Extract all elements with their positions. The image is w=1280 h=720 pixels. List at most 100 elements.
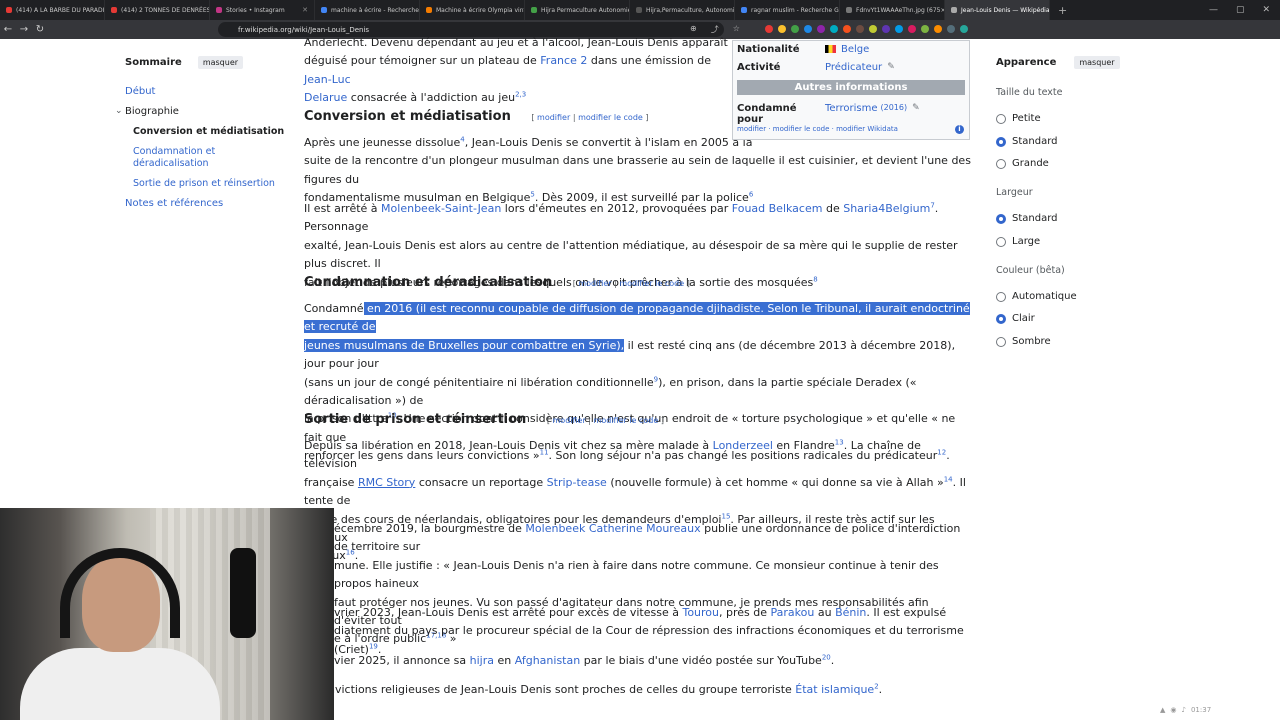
radio-color-auto[interactable]: Automatique: [996, 291, 1077, 302]
ref-sup[interactable]: 13: [835, 438, 844, 446]
extension-icon[interactable]: [804, 25, 812, 33]
edit-source-link[interactable]: modifier le code: [619, 279, 684, 288]
ref-sup[interactable]: 2,3: [515, 91, 526, 99]
edit-source-link[interactable]: modifier le code: [578, 113, 643, 122]
convicted-link[interactable]: Terrorisme: [825, 103, 878, 125]
link-londerzeel[interactable]: Londerzeel: [713, 439, 773, 452]
ref-sup[interactable]: 8: [813, 275, 817, 283]
browser-tab[interactable]: Machine à écrire Olympia vintage✕: [420, 0, 525, 20]
radio-color-dark[interactable]: Sombre: [996, 336, 1051, 347]
pencil-icon[interactable]: ✎: [887, 62, 895, 73]
link-etat-islamique[interactable]: État islamique: [795, 683, 874, 696]
extension-icon[interactable]: [960, 25, 968, 33]
toc-item-biographie[interactable]: Biographie: [125, 106, 179, 117]
new-tab-button[interactable]: +: [1050, 4, 1075, 17]
back-icon[interactable]: ←: [0, 24, 16, 35]
link-molenbeek[interactable]: Molenbeek-Saint-Jean: [381, 202, 501, 215]
link-rmc-story[interactable]: RMC Story: [358, 476, 415, 489]
toc-item-sortie[interactable]: Sortie de prison et réinsertion: [133, 178, 275, 189]
radio-color-light[interactable]: Clair: [996, 313, 1035, 324]
ref-sup[interactable]: 20: [822, 653, 831, 661]
tab-close-icon[interactable]: ✕: [302, 6, 308, 14]
link-delarue[interactable]: Jean-Luc: [304, 73, 351, 86]
extension-icon[interactable]: [791, 25, 799, 33]
link-sharia4belgium[interactable]: Sharia4Belgium: [843, 202, 930, 215]
extension-icon[interactable]: [908, 25, 916, 33]
toc-item-conversion[interactable]: Conversion et médiatisation: [133, 126, 284, 137]
extension-icon[interactable]: [843, 25, 851, 33]
radio-width-large[interactable]: Large: [996, 236, 1040, 247]
tray-icon[interactable]: ◉: [1170, 706, 1176, 714]
extension-icon[interactable]: [830, 25, 838, 33]
link-strip-tease[interactable]: Strip-tease: [547, 476, 607, 489]
tab-favicon-icon: [846, 7, 852, 13]
minimize-icon[interactable]: —: [1209, 5, 1218, 15]
edit-link[interactable]: modifier: [578, 279, 611, 288]
link-afghanistan[interactable]: Afghanistan: [515, 654, 580, 667]
toc-item-condamnation[interactable]: Condamnation et déradicalisation: [133, 146, 233, 170]
text: , près de: [719, 606, 771, 619]
extension-icon[interactable]: [778, 25, 786, 33]
toc-item-notes[interactable]: Notes et références: [125, 198, 223, 209]
link-france2[interactable]: France 2: [540, 54, 587, 67]
edit-link[interactable]: modifier: [553, 416, 586, 425]
link-delarue[interactable]: Delarue: [304, 91, 347, 104]
maximize-icon[interactable]: ▢: [1236, 5, 1245, 15]
ref-sup[interactable]: 14: [944, 475, 953, 483]
link-moureaux[interactable]: Catherine Moureaux: [589, 522, 701, 535]
infobox-edit-links[interactable]: modifier · modifier le code · modifier W…: [737, 125, 898, 133]
convicted-year: (2016): [880, 103, 908, 112]
radio-text-size-standard[interactable]: Standard: [996, 136, 1058, 147]
info-icon[interactable]: i: [955, 125, 964, 134]
browser-tab[interactable]: Jean-Louis Denis — Wikipédia✕: [945, 0, 1050, 20]
nationality-link[interactable]: Belge: [841, 44, 869, 55]
extension-icon[interactable]: [934, 25, 942, 33]
radio-label: Large: [1012, 236, 1041, 247]
browser-tab[interactable]: machine à écrire - Recherche Goog✕: [315, 0, 420, 20]
extension-icon[interactable]: [765, 25, 773, 33]
extension-icon[interactable]: [869, 25, 877, 33]
tray-icon[interactable]: ♪: [1182, 706, 1186, 714]
heading-sortie: Sortie de prison et réinsertion [ modifi…: [304, 411, 664, 430]
appearance-hide-button[interactable]: masquer: [1074, 56, 1120, 69]
edit-link[interactable]: modifier: [537, 113, 570, 122]
extension-icon[interactable]: [895, 25, 903, 33]
radio-width-standard[interactable]: Standard: [996, 213, 1058, 224]
toc-hide-button[interactable]: masquer: [197, 56, 244, 69]
tray-icon[interactable]: ▲: [1160, 706, 1165, 714]
extension-icon[interactable]: [817, 25, 825, 33]
infobox-value[interactable]: Belge: [825, 44, 869, 55]
link-benin[interactable]: Bénin: [835, 606, 866, 619]
browser-tab[interactable]: ragnar muslim - Recherche Google✕: [735, 0, 840, 20]
radio-text-size-large[interactable]: Grande: [996, 158, 1049, 169]
toc-item-debut[interactable]: Début: [125, 86, 155, 97]
reload-icon[interactable]: ↻: [32, 24, 48, 35]
extension-icon[interactable]: [856, 25, 864, 33]
link-belkacem[interactable]: Fouad Belkacem: [732, 202, 823, 215]
extension-icon[interactable]: [921, 25, 929, 33]
browser-tab[interactable]: Stories • Instagram ✕: [210, 0, 315, 20]
link-hijra[interactable]: hijra: [470, 654, 494, 667]
link-molenbeek[interactable]: Molenbeek: [525, 522, 585, 535]
link-parakou[interactable]: Parakou: [771, 606, 815, 619]
extension-icon[interactable]: [947, 25, 955, 33]
close-window-icon[interactable]: ✕: [1262, 5, 1270, 15]
browser-tab[interactable]: Hijra,Permaculture, Autonomie (@✕: [630, 0, 735, 20]
radio-text-size-small[interactable]: Petite: [996, 113, 1041, 124]
browser-tab[interactable]: (414) 2 TONNES DE DENRÉES ALIM✕: [105, 0, 210, 20]
browser-tab[interactable]: (414) A LA BARBE DU PARADIS | Te✕: [0, 0, 105, 20]
ref-sup[interactable]: 6: [749, 191, 753, 199]
edit-source-link[interactable]: modifier le code: [594, 416, 659, 425]
browser-tab[interactable]: Hijra Permaculture Autonomie | Ins✕: [525, 0, 630, 20]
pencil-icon[interactable]: ✎: [912, 103, 920, 125]
activity-link[interactable]: Prédicateur: [825, 62, 882, 73]
ref-sup[interactable]: 19: [369, 642, 378, 650]
clock: 01:37: [1190, 706, 1212, 714]
browser-tab[interactable]: FdnvYt1WAAAeThn.jpg (675×1200)✕: [840, 0, 945, 20]
tab-favicon-icon: [111, 7, 117, 13]
forward-icon[interactable]: →: [16, 24, 32, 35]
link-tourou[interactable]: Tourou: [682, 606, 719, 619]
extension-icon[interactable]: [882, 25, 890, 33]
ref-sup[interactable]: 2: [874, 682, 878, 690]
toc-expand-chevron-icon[interactable]: ⌄: [115, 106, 123, 116]
